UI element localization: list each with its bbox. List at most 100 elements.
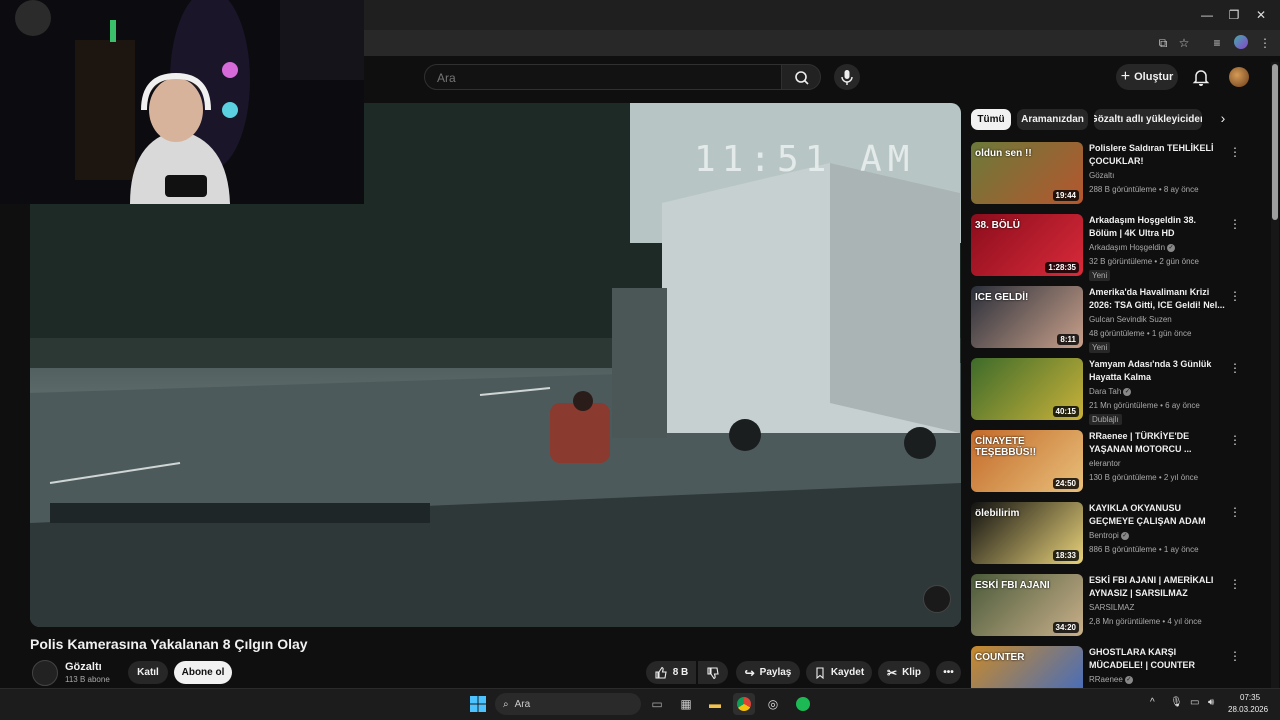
like-button[interactable]: 8 B <box>646 661 696 684</box>
chip-from-uploader[interactable]: Gözaltı adlı yükleyiciden <box>1094 109 1202 130</box>
chip-all[interactable]: Tümü <box>971 109 1011 130</box>
channel-label: Gözaltı <box>1089 171 1115 180</box>
file-explorer-icon[interactable]: ▬ <box>704 693 726 715</box>
thumbnail-text: ölebilirim <box>975 508 1020 519</box>
bookmark-star-icon[interactable]: ☆ <box>1175 34 1193 52</box>
spotify-icon[interactable] <box>792 693 814 715</box>
recommendation-card[interactable]: CİNAYETE TEŞEBBÜS!! 24:50 RRaenee | TÜRKİY… <box>970 430 1241 494</box>
tray-microphone-icon[interactable]: 🎙︎ <box>1170 697 1183 708</box>
recommendation-channel[interactable]: RRaenee ✓ <box>1089 675 1133 684</box>
recommendation-channel[interactable]: Gulcan Sevindik Suzen <box>1089 315 1172 324</box>
discord-like-app-icon[interactable]: ◎ <box>762 693 784 715</box>
more-actions-button[interactable]: ••• <box>936 661 961 684</box>
task-view-icon[interactable]: ▭ <box>646 693 668 715</box>
save-button[interactable]: Kaydet <box>806 661 872 684</box>
recommendation-card[interactable]: 38. BÖLÜ 1:28:35 Arkadaşım Hoşgeldin 38. B… <box>970 214 1241 281</box>
dislike-button[interactable] <box>698 661 728 684</box>
recommendation-title[interactable]: Yamyam Adası'nda 3 Günlük Hayatta Kalma <box>1089 358 1225 384</box>
chrome-menu-icon[interactable]: ⋮ <box>1256 34 1274 52</box>
clock-time[interactable]: 07:35 <box>1240 693 1260 702</box>
clock-date[interactable]: 28.03.2026 <box>1228 705 1268 714</box>
cast-icon[interactable]: ⧉ <box>1154 34 1172 52</box>
share-button[interactable]: ↪ Paylaş <box>736 661 800 684</box>
channel-label: Bentropi <box>1089 531 1119 540</box>
voice-search-button[interactable] <box>834 64 860 90</box>
recommendation-title[interactable]: Arkadaşım Hoşgeldin 38. Bölüm | 4K Ultra… <box>1089 214 1225 240</box>
account-avatar[interactable] <box>1229 67 1249 87</box>
minimize-icon[interactable]: — <box>1198 6 1216 24</box>
recommendation-card[interactable]: ESKİ FBI AJANI 34:20 ESKİ FBI AJANI | AMER… <box>970 574 1241 638</box>
recommendation-title[interactable]: Amerika'da Havalimanı Krizi 2026: TSA Gi… <box>1089 286 1225 312</box>
verified-check-icon: ✓ <box>1167 243 1176 252</box>
close-icon[interactable]: ✕ <box>1252 6 1270 24</box>
recommendation-channel[interactable]: Dara Tah ✓ <box>1089 387 1132 396</box>
search-box[interactable] <box>424 64 783 90</box>
more-vertical-icon[interactable]: ⋮ <box>1229 505 1241 519</box>
more-vertical-icon[interactable]: ⋮ <box>1229 577 1241 591</box>
channel-label: Dara Tah <box>1089 387 1122 396</box>
search-input[interactable] <box>435 69 769 87</box>
media-control-icon[interactable]: ≡ <box>1208 34 1226 52</box>
tray-network-icon[interactable]: ▭ <box>1190 697 1199 708</box>
video-thumbnail[interactable]: oldun sen !! 19:44 <box>971 142 1083 204</box>
bell-icon <box>1192 70 1210 86</box>
subscriber-count: 113 B abone <box>65 675 110 684</box>
tray-volume-icon[interactable]: 🔊︎ <box>1208 697 1214 708</box>
join-button[interactable]: Katıl <box>128 661 168 684</box>
more-vertical-icon[interactable]: ⋮ <box>1229 289 1241 303</box>
video-thumbnail[interactable]: CİNAYETE TEŞEBBÜS!! 24:50 <box>971 430 1083 492</box>
more-vertical-icon[interactable]: ⋮ <box>1229 433 1241 447</box>
verified-check-icon: ✓ <box>1120 531 1129 540</box>
scissors-icon: ✂ <box>887 665 898 680</box>
recommendation-channel[interactable]: Gözaltı <box>1089 171 1114 180</box>
recommendation-channel[interactable]: SARSILMAZ <box>1089 603 1134 612</box>
more-vertical-icon[interactable]: ⋮ <box>1229 217 1241 231</box>
chrome-icon[interactable] <box>733 693 755 715</box>
spotify-logo <box>796 697 810 711</box>
recommendation-title[interactable]: ESKİ FBI AJANI | AMERİKALI AYNASIZ | SAR… <box>1089 574 1225 600</box>
create-button[interactable]: + Oluştur <box>1116 64 1178 90</box>
recommendation-title[interactable]: RRaenee | TÜRKİYE'DE YAŞANAN MOTORCU ... <box>1089 430 1225 456</box>
recommendation-meta: 2,8 Mn görüntüleme • 4 yıl önce <box>1089 617 1202 626</box>
recommendation-meta: 32 B görüntüleme • 2 gün önce <box>1089 257 1199 266</box>
channel-avatar[interactable] <box>32 660 58 686</box>
recommendation-card[interactable]: oldun sen !! 19:44 Polislere Saldıran TEHL… <box>970 142 1241 206</box>
recommendation-badge: Dublajlı <box>1089 414 1122 425</box>
restore-icon[interactable]: ❐ <box>1225 6 1243 24</box>
video-thumbnail[interactable]: 38. BÖLÜ 1:28:35 <box>971 214 1083 276</box>
more-vertical-icon[interactable]: ⋮ <box>1229 361 1241 375</box>
recommendation-channel[interactable]: Arkadaşım Hoşgeldin ✓ <box>1089 243 1176 252</box>
search-button[interactable] <box>781 64 821 90</box>
subscribe-button[interactable]: Abone ol <box>174 661 232 684</box>
video-thumbnail[interactable]: ESKİ FBI AJANI 34:20 <box>971 574 1083 636</box>
chip-label: Tümü <box>977 114 1005 125</box>
taskbar-search-label: Ara <box>514 698 531 710</box>
recommendation-channel[interactable]: Bentropi ✓ <box>1089 531 1129 540</box>
channel-name[interactable]: Gözaltı <box>65 661 102 673</box>
start-button[interactable] <box>467 693 489 715</box>
recommendation-title[interactable]: Polislere Saldıran TEHLİKELİ ÇOCUKLAR! <box>1089 142 1225 168</box>
chevron-right-icon[interactable]: › <box>1214 110 1232 130</box>
profile-icon[interactable] <box>1234 35 1248 49</box>
video-thumbnail[interactable]: ölebilirim 18:33 <box>971 502 1083 564</box>
channel-watermark[interactable] <box>923 585 951 613</box>
bookmark-icon <box>816 666 824 679</box>
recommendation-channel[interactable]: elerantor <box>1089 459 1121 468</box>
scrollbar-thumb[interactable] <box>1272 64 1278 220</box>
chip-from-search[interactable]: Aramanızdan <box>1017 109 1088 130</box>
more-vertical-icon[interactable]: ⋮ <box>1229 649 1241 663</box>
clip-button[interactable]: ✂ Klip <box>878 661 930 684</box>
video-thumbnail[interactable]: ICE GELDİ! 8:11 <box>971 286 1083 348</box>
store-icon[interactable]: ▦ <box>675 693 697 715</box>
tray-chevron-up-icon[interactable]: ^ <box>1150 697 1155 708</box>
taskbar-search[interactable]: ⌕ Ara <box>495 693 641 715</box>
recommendation-title[interactable]: KAYIKLA OKYANUSU GEÇMEYE ÇALIŞAN ADAM <box>1089 502 1225 528</box>
recommendation-card[interactable]: 40:15 Yamyam Adası'nda 3 Günlük Hayatta K… <box>970 358 1241 425</box>
recommendation-card[interactable]: ICE GELDİ! 8:11 Amerika'da Havalimanı Kriz… <box>970 286 1241 353</box>
notifications-button[interactable] <box>1190 66 1212 88</box>
recommendation-title[interactable]: GHOSTLARA KARŞI MÜCADELE! | COUNTER STRI… <box>1089 646 1225 672</box>
recommendation-card[interactable]: ölebilirim 18:33 KAYIKLA OKYANUSU GEÇMEYE … <box>970 502 1241 566</box>
video-thumbnail[interactable]: 40:15 <box>971 358 1083 420</box>
more-vertical-icon[interactable]: ⋮ <box>1229 145 1241 159</box>
channel-label: elerantor <box>1089 459 1121 468</box>
